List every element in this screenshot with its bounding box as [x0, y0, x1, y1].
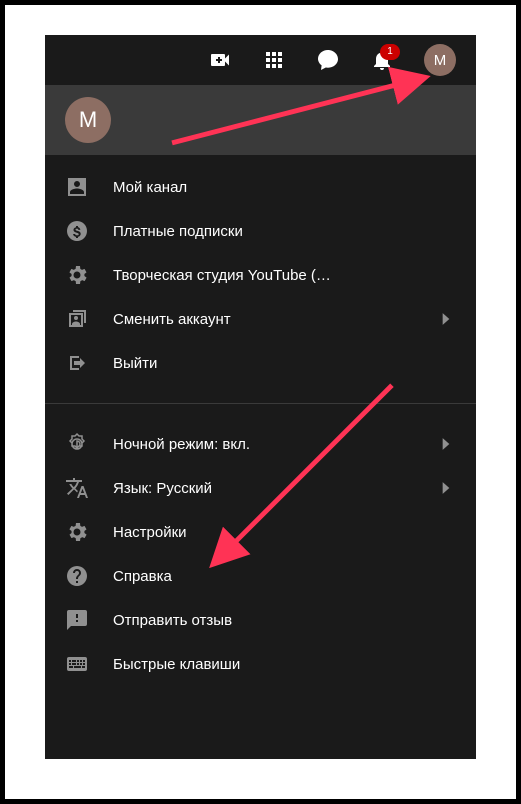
menu-item-paid[interactable]: Платные подписки [45, 209, 476, 253]
signout-icon [65, 351, 89, 375]
menu-section-2: Ночной режим: вкл. Язык: Русский Настрой… [45, 412, 476, 696]
menu-label: Ночной режим: вкл. [113, 436, 412, 453]
switch-account-icon [65, 307, 89, 331]
menu-label: Выйти [113, 355, 456, 372]
chevron-right-icon [436, 478, 456, 498]
menu-item-studio[interactable]: Творческая студия YouTube (… [45, 253, 476, 297]
menu-item-feedback[interactable]: Отправить отзыв [45, 598, 476, 642]
notification-badge: 1 [380, 44, 400, 60]
gear-icon [65, 263, 89, 287]
account-strip: M [45, 85, 476, 155]
menu-item-signout[interactable]: Выйти [45, 341, 476, 385]
messages-icon[interactable] [316, 48, 340, 72]
feedback-icon [65, 608, 89, 632]
account-menu-panel: 1 M M Мой канал Платные подписки Творчес… [45, 35, 476, 759]
topbar-avatar[interactable]: M [424, 44, 456, 76]
create-video-icon[interactable] [208, 48, 232, 72]
menu-label: Быстрые клавиши [113, 656, 456, 673]
menu-divider [45, 403, 476, 404]
menu-item-settings[interactable]: Настройки [45, 510, 476, 554]
menu-label: Платные подписки [113, 223, 456, 240]
menu-item-help[interactable]: Справка [45, 554, 476, 598]
menu-item-shortcuts[interactable]: Быстрые клавиши [45, 642, 476, 686]
menu-label: Справка [113, 568, 456, 585]
dollar-circle-icon [65, 219, 89, 243]
account-avatar[interactable]: M [65, 97, 111, 143]
menu-item-switch-account[interactable]: Сменить аккаунт [45, 297, 476, 341]
menu-label: Язык: Русский [113, 480, 412, 497]
menu-label: Мой канал [113, 179, 456, 196]
menu-item-language[interactable]: Язык: Русский [45, 466, 476, 510]
menu-section-1: Мой канал Платные подписки Творческая ст… [45, 155, 476, 395]
menu-label: Сменить аккаунт [113, 311, 412, 328]
person-box-icon [65, 175, 89, 199]
apps-grid-icon[interactable] [262, 48, 286, 72]
topbar: 1 M [45, 35, 476, 85]
menu-item-darkmode[interactable]: Ночной режим: вкл. [45, 422, 476, 466]
keyboard-icon [65, 652, 89, 676]
notifications-button[interactable]: 1 [370, 48, 394, 72]
menu-item-my-channel[interactable]: Мой канал [45, 165, 476, 209]
menu-label: Творческая студия YouTube (… [113, 267, 456, 284]
gear-icon [65, 520, 89, 544]
menu-label: Отправить отзыв [113, 612, 456, 629]
help-icon [65, 564, 89, 588]
chevron-right-icon [436, 309, 456, 329]
brightness-icon [65, 432, 89, 456]
chevron-right-icon [436, 434, 456, 454]
menu-label: Настройки [113, 524, 456, 541]
translate-icon [65, 476, 89, 500]
